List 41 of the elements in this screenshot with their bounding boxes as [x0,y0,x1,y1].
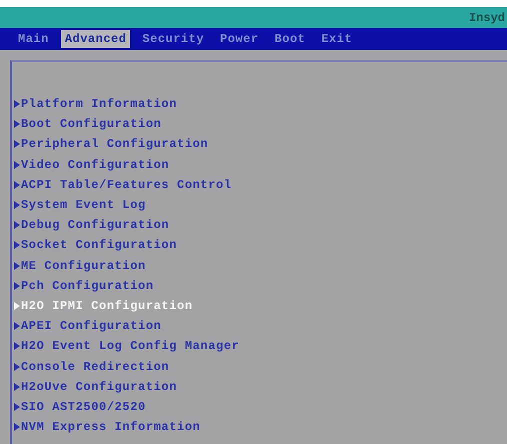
triangle-icon [14,362,20,371]
submenu-item[interactable]: Video Configuration [12,154,507,175]
submenu-item[interactable]: System Event Log [12,194,507,216]
submenu-item[interactable]: Pch Configuration [12,276,507,296]
submenu-item[interactable]: ME Configuration [12,256,507,276]
triangle-icon [14,241,20,250]
menu-tab[interactable]: Boot [270,30,310,48]
triangle-icon [14,423,20,432]
submenu-item[interactable]: H2O IPMI Configuration [12,296,507,316]
submenu-item[interactable]: APEI Configuration [12,316,507,336]
triangle-icon [14,262,20,270]
submenu-item[interactable]: Debug Configuration [12,215,507,236]
triangle-icon [14,221,20,230]
triangle-icon [14,282,20,290]
triangle-icon [14,140,20,148]
triangle-icon [14,201,20,210]
triangle-icon [14,402,20,411]
triangle-icon [14,100,20,108]
menu-tab[interactable]: Advanced [60,30,130,48]
triangle-icon [14,322,20,330]
menu-tab[interactable]: Exit [317,30,356,48]
menu-tab[interactable]: Security [138,30,208,48]
menu-tab[interactable]: Main [14,30,53,48]
triangle-icon [14,180,20,189]
submenu-item[interactable]: Socket Configuration [12,235,507,256]
triangle-icon [14,342,20,350]
submenu-item[interactable]: Peripheral Configuration [12,134,507,155]
submenu-item[interactable]: Platform Information [12,94,507,114]
submenu-item[interactable]: ACPI Table/Features Control [12,174,507,195]
brand-text: Insyd [468,10,505,24]
submenu-item[interactable]: Console Redirection [12,356,507,377]
submenu-item[interactable]: SIO AST2500/2520 [12,396,507,417]
triangle-icon [14,120,20,128]
submenu-item[interactable]: NVM Express Information [12,417,507,438]
submenu-item[interactable]: Boot Configuration [12,114,507,134]
menu-tab[interactable]: Power [216,30,263,48]
submenu-item[interactable]: H2O Event Log Config Manager [12,336,507,356]
triangle-icon [14,302,20,310]
submenu-item[interactable]: H2oUve Configuration [12,376,507,397]
triangle-icon [14,382,20,391]
triangle-icon [14,160,20,169]
